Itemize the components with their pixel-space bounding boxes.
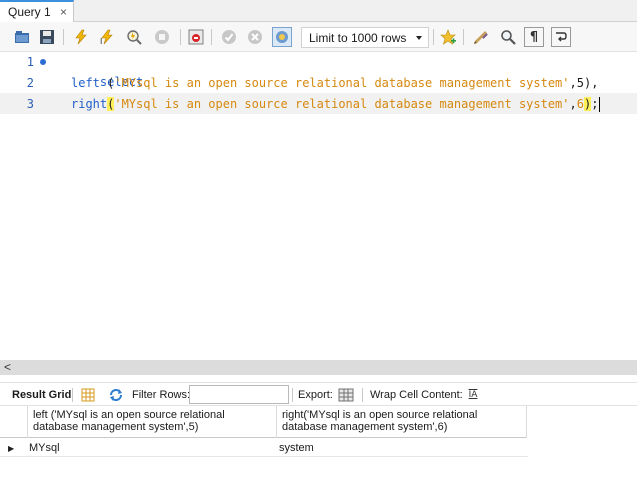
chevron-down-icon: [416, 36, 422, 40]
horizontal-scrollbar[interactable]: <: [0, 360, 637, 375]
limit-rows-select[interactable]: Limit to 1000 rows: [301, 27, 429, 48]
rollback-icon[interactable]: [245, 27, 265, 47]
tab-label: Query 1: [8, 5, 51, 19]
save-icon[interactable]: [37, 27, 57, 47]
sql-editor-toolbar: I Limit to 1000 rows ¶: [0, 22, 637, 52]
beautify-icon[interactable]: [471, 27, 491, 47]
sql-string: 'MYsql is an open source relational data…: [114, 76, 570, 90]
stop-icon[interactable]: [152, 27, 172, 47]
export-label: Export:: [298, 389, 333, 401]
filter-rows-label: Filter Rows:: [132, 389, 191, 401]
sql-string: 'MYsql is an open source relational data…: [114, 97, 570, 111]
sql-keyword: left: [71, 76, 100, 90]
code-text: ,: [569, 97, 577, 111]
refresh-icon[interactable]: [108, 387, 124, 403]
table-cell[interactable]: system: [278, 439, 528, 457]
code-text: ,5),: [569, 76, 599, 90]
sql-keyword: right: [71, 97, 108, 111]
tab-close-icon[interactable]: ×: [60, 5, 67, 19]
statement-marker-icon: [40, 59, 46, 65]
grid-form-icon[interactable]: [80, 387, 96, 403]
limit-rows-value: Limit to 1000 rows: [309, 30, 407, 45]
line-number: 2: [26, 76, 34, 90]
explain-icon[interactable]: [124, 27, 144, 47]
bookmark-star-icon[interactable]: [438, 27, 458, 47]
commit-icon[interactable]: [219, 27, 239, 47]
code-line-1: select: [71, 52, 143, 89]
sql-number: 6: [576, 97, 584, 111]
tab-bar: Query 1 ×: [0, 0, 637, 22]
text-cursor: [599, 97, 601, 112]
wrap-cell-icon[interactable]: IA: [465, 387, 481, 403]
svg-text:I: I: [100, 37, 102, 45]
find-icon[interactable]: [498, 27, 518, 47]
toggle-error-icon[interactable]: [186, 27, 206, 47]
filter-rows-input[interactable]: [189, 385, 289, 404]
code-text: ;: [591, 97, 599, 111]
code-line-2: left ('MYsql is an open source relationa…: [71, 73, 598, 93]
table-cell[interactable]: MYsql: [28, 439, 278, 457]
tab-query-1[interactable]: Query 1 ×: [0, 0, 74, 22]
execute-icon[interactable]: [71, 27, 91, 47]
sql-editor[interactable]: 1 2 3 select left ('MYsql is an open sou…: [0, 52, 637, 360]
open-folder-icon[interactable]: [12, 27, 32, 47]
code-text: (: [99, 76, 115, 90]
result-grid: left ('MYsql is an open source relationa…: [0, 406, 637, 495]
scroll-left-icon[interactable]: <: [4, 360, 11, 375]
line-number: 1: [26, 55, 34, 69]
code-line-3: right('MYsql is an open source relationa…: [71, 94, 601, 114]
table-row[interactable]: ▶ MYsql system: [0, 439, 528, 457]
result-toolbar: Result Grid Filter Rows: Export: Wrap Ce…: [0, 382, 637, 406]
export-icon[interactable]: [338, 387, 354, 403]
wrap-icon[interactable]: [551, 27, 571, 47]
execute-current-icon[interactable]: I: [97, 27, 117, 47]
row-marker-icon: ▶: [8, 443, 15, 453]
grid-header-row: left ('MYsql is an open source relationa…: [0, 406, 527, 438]
grid-corner: [0, 406, 28, 438]
line-number: 3: [26, 97, 34, 111]
autocommit-icon[interactable]: [272, 27, 292, 47]
wrap-cell-content-label: Wrap Cell Content:: [370, 389, 463, 401]
result-grid-tab[interactable]: Result Grid: [12, 389, 71, 401]
invisible-chars-icon[interactable]: ¶: [524, 27, 544, 47]
column-header[interactable]: right('MYsql is an open source relationa…: [277, 406, 527, 438]
column-header[interactable]: left ('MYsql is an open source relationa…: [28, 406, 277, 438]
